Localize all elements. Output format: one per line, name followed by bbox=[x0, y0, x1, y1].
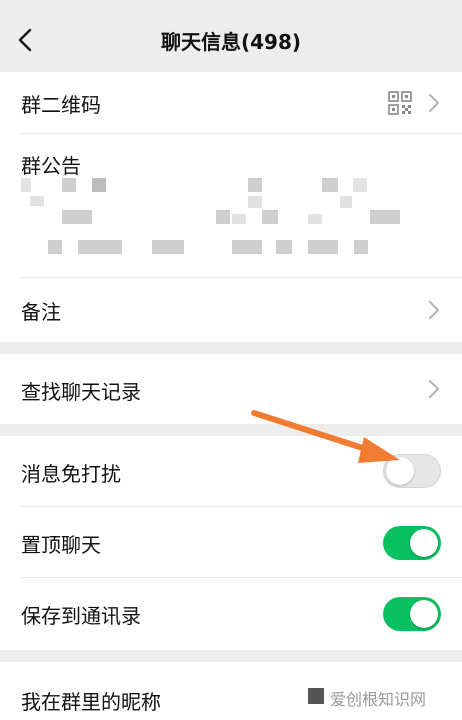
mute-label: 消息免打扰 bbox=[21, 462, 121, 486]
mute-toggle[interactable] bbox=[383, 454, 441, 488]
chevron-right-icon bbox=[429, 301, 439, 319]
search-history-row[interactable]: 查找聊天记录 bbox=[0, 354, 462, 424]
watermark: 爱创根知识网 bbox=[308, 686, 458, 712]
group-info-section: 群二维码 群公告 备注 bbox=[0, 72, 462, 342]
status-bar bbox=[0, 0, 462, 10]
nav-bar: 聊天信息(498) bbox=[0, 10, 462, 72]
search-history-label: 查找聊天记录 bbox=[21, 380, 141, 404]
pin-row: 置顶聊天 bbox=[0, 507, 462, 578]
toggle-knob bbox=[410, 529, 438, 557]
watermark-text: 爱创根知识网 bbox=[330, 690, 427, 709]
watermark-logo-icon bbox=[308, 688, 324, 704]
qr-code-icon bbox=[388, 91, 412, 115]
save-contacts-label: 保存到通讯录 bbox=[21, 604, 141, 628]
qr-code-row[interactable]: 群二维码 bbox=[0, 72, 462, 134]
mute-row: 消息免打扰 bbox=[0, 436, 462, 507]
remark-label: 备注 bbox=[21, 300, 61, 324]
announcement-row[interactable]: 群公告 bbox=[0, 134, 462, 278]
chevron-right-icon bbox=[429, 380, 439, 398]
chevron-right-icon bbox=[429, 94, 439, 112]
save-contacts-row: 保存到通讯录 bbox=[0, 578, 462, 650]
announcement-label: 群公告 bbox=[21, 154, 81, 178]
save-contacts-toggle[interactable] bbox=[383, 597, 441, 631]
page-title: 聊天信息(498) bbox=[160, 30, 302, 54]
remark-row[interactable]: 备注 bbox=[0, 278, 462, 342]
toggle-section: 消息免打扰 置顶聊天 保存到通讯录 bbox=[0, 436, 462, 650]
search-section: 查找聊天记录 bbox=[0, 354, 462, 424]
nickname-label: 我在群里的昵称 bbox=[21, 690, 161, 714]
pin-label: 置顶聊天 bbox=[21, 533, 101, 557]
toggle-knob bbox=[386, 457, 414, 485]
toggle-knob bbox=[410, 600, 438, 628]
pin-toggle[interactable] bbox=[383, 526, 441, 560]
qr-code-label: 群二维码 bbox=[21, 93, 101, 117]
